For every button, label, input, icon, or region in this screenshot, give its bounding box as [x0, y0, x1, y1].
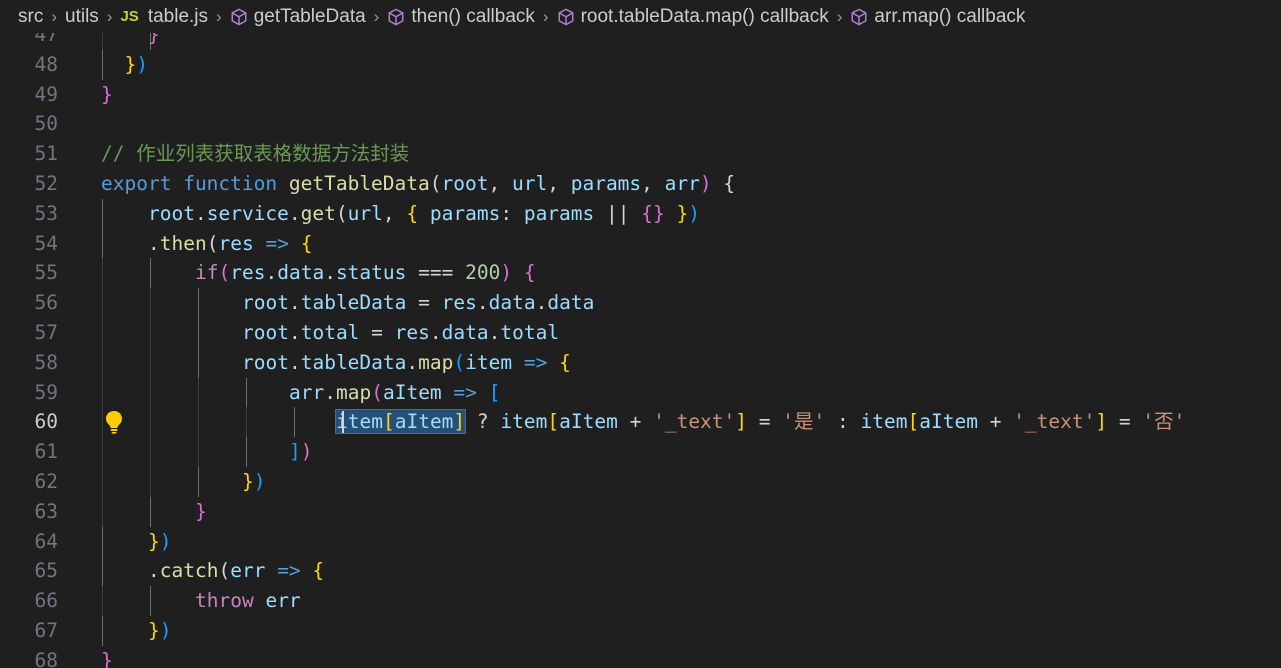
code-text: item[aItem] ? item[aItem + '_text'] = '是…	[334, 409, 1186, 435]
code-line[interactable]: 50	[0, 109, 1281, 139]
code-line[interactable]: 57 root.total = res.data.total	[0, 317, 1281, 348]
line-number: 55	[34, 261, 58, 285]
line-number: 59	[34, 380, 58, 404]
selected-text: item[aItem]	[334, 409, 467, 435]
line-number: 54	[34, 231, 58, 255]
breadcrumb-item-gettabledata[interactable]: getTableData	[230, 6, 366, 28]
code-line[interactable]: 61 ])	[0, 437, 1281, 467]
code-line[interactable]: 47 }	[0, 33, 1281, 50]
code-text: }	[101, 82, 113, 106]
cube-icon	[387, 8, 405, 26]
code-line[interactable]: 48 })	[0, 49, 1281, 80]
code-line[interactable]: 68}	[0, 646, 1281, 668]
code-text: ])	[289, 440, 313, 464]
text-cursor	[342, 411, 344, 434]
breadcrumb-item-table-js[interactable]: JS table.js	[120, 6, 208, 28]
chevron-right-icon: ›	[836, 6, 843, 26]
line-number: 53	[34, 201, 58, 225]
code-text: if(res.data.status === 200) {	[195, 261, 536, 285]
breadcrumb-label: arr.map() callback	[874, 5, 1026, 27]
code-text: }	[195, 499, 207, 523]
line-number: 50	[34, 112, 58, 136]
code-text: root.tableData.map(item => {	[242, 350, 571, 374]
code-text: })	[148, 618, 172, 642]
code-line[interactable]: 55 if(res.data.status === 200) {	[0, 258, 1281, 289]
code-line[interactable]: 52 export function getTableData(root, url…	[0, 169, 1281, 199]
breadcrumb-label: getTableData	[253, 5, 366, 27]
code-line[interactable]: 56 root.tableData = res.data.data	[0, 288, 1281, 318]
line-number: 64	[34, 529, 58, 553]
line-number: 63	[34, 499, 58, 523]
chevron-right-icon: ›	[216, 6, 222, 26]
line-number: 67	[34, 618, 58, 642]
code-text: .then(res => {	[148, 231, 313, 255]
chevron-right-icon: ›	[542, 6, 549, 26]
line-number: 52	[34, 171, 58, 195]
cube-icon	[850, 8, 868, 26]
code-line[interactable]: 62 })	[0, 466, 1281, 497]
line-number: 56	[34, 291, 58, 315]
line-number: 68	[34, 648, 58, 668]
breadcrumb-item-utils[interactable]: utils	[65, 6, 99, 28]
code-text: root.tableData = res.data.data	[242, 291, 595, 315]
line-number: 47	[34, 33, 58, 46]
code-line[interactable]: 63 }	[0, 496, 1281, 527]
code-text: root.total = res.data.total	[242, 320, 560, 344]
line-number: 58	[34, 350, 58, 374]
line-number: 62	[34, 469, 58, 493]
breadcrumb-label: utils	[65, 5, 99, 27]
code-lines: 47 } 48 }) 49} 50 51// 作业列表获取表格数据方法封装 52 expor…	[0, 33, 1281, 668]
code-text: // 作业列表获取表格数据方法封装	[101, 142, 410, 166]
code-text: })	[242, 469, 266, 493]
code-line[interactable]: 66 throw err	[0, 586, 1281, 616]
cube-icon	[557, 8, 575, 26]
line-number: 57	[34, 320, 58, 344]
breadcrumb-label: table.js	[147, 5, 209, 27]
breadcrumb-item-root-tabledata-map-callback[interactable]: root.tableData.map() callback	[557, 6, 829, 28]
cube-icon	[230, 8, 248, 26]
code-line[interactable]: 54 .then(res => {	[0, 228, 1281, 259]
code-line[interactable]: 49}	[0, 80, 1281, 110]
code-line[interactable]: 65 .catch(err => {	[0, 556, 1281, 587]
breadcrumb-item-arr-map-callback[interactable]: arr.map() callback	[850, 6, 1025, 28]
code-text: })	[124, 52, 149, 76]
line-number: 60	[34, 410, 58, 434]
code-line[interactable]: 58 root.tableData.map(item => {	[0, 347, 1281, 378]
code-editor[interactable]: 47 } 48 }) 49} 50 51// 作业列表获取表格数据方法封装 52 expor…	[0, 33, 1281, 668]
breadcrumb-label: then() callback	[411, 5, 535, 27]
code-text: .catch(err => {	[148, 559, 325, 583]
js-file-icon: JS	[120, 8, 139, 25]
line-number: 65	[34, 559, 58, 583]
chevron-right-icon: ›	[373, 6, 380, 26]
line-number: 49	[34, 82, 58, 106]
code-line[interactable]: 51 // 作业列表获取表格数据方法封装	[0, 139, 1281, 169]
code-text: })	[148, 529, 172, 553]
line-number: 66	[34, 589, 58, 613]
code-line[interactable]: 67 })	[0, 615, 1281, 646]
line-number: 51	[34, 142, 58, 166]
code-line[interactable]: 53 root.service.get(url, { params: param…	[0, 198, 1281, 229]
breadcrumb-label: root.tableData.map() callback	[580, 5, 829, 27]
breadcrumb: src › utils › JS table.js › getTableData › then()…	[0, 0, 1281, 33]
code-text: }	[101, 648, 113, 668]
line-number: 48	[34, 52, 58, 76]
breadcrumb-item-src[interactable]: src	[18, 6, 43, 28]
code-text: arr.map(aItem => [	[289, 380, 501, 404]
code-line[interactable]: 60 item[aItem] ? item[aItem + '_text'] =…	[0, 407, 1281, 438]
breadcrumb-label: src	[18, 5, 44, 27]
code-text: throw err	[195, 589, 301, 613]
chevron-right-icon: ›	[106, 6, 113, 26]
code-line[interactable]: 64 })	[0, 526, 1281, 557]
breadcrumb-item-then-callback[interactable]: then() callback	[387, 6, 535, 28]
code-text: }	[148, 33, 160, 46]
code-text: export function getTableData(root, url, …	[101, 171, 736, 195]
line-number: 61	[34, 440, 58, 464]
code-text: root.service.get(url, { params: params |…	[148, 201, 701, 225]
chevron-right-icon: ›	[51, 6, 57, 26]
code-line[interactable]: 59 arr.map(aItem => [	[0, 377, 1281, 408]
